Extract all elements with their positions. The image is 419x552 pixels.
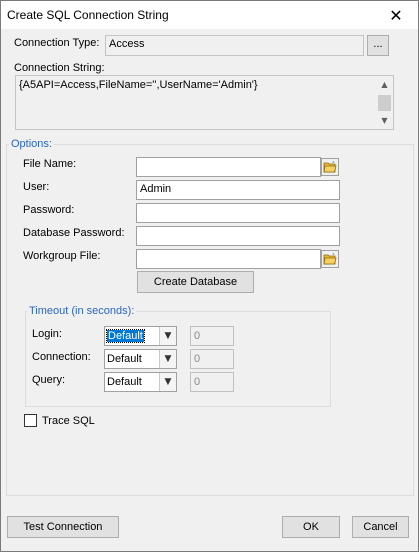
scroll-up-icon[interactable]: ▲ <box>377 77 392 92</box>
login-timeout-label: Login: <box>32 328 62 340</box>
create-database-button[interactable]: Create Database <box>137 271 254 293</box>
browse-button-label: ... <box>373 37 383 50</box>
scroll-down-icon[interactable]: ▼ <box>377 113 392 128</box>
connection-string-label: Connection String: <box>14 62 105 74</box>
file-name-browse-button[interactable] <box>321 158 339 176</box>
password-label: Password: <box>23 204 75 216</box>
login-timeout-select[interactable]: Default ▼ <box>104 326 177 346</box>
create-database-label: Create Database <box>153 276 238 288</box>
title-bar[interactable]: Create SQL Connection String ✕ <box>1 1 418 29</box>
login-timeout-value[interactable]: 0 <box>190 326 234 346</box>
connection-string-scrollbar[interactable]: ▲ ▼ <box>377 77 392 128</box>
user-input[interactable]: Admin <box>136 180 340 200</box>
dialog-window: Create SQL Connection String ✕ Connectio… <box>0 0 419 552</box>
open-folder-icon <box>323 253 337 265</box>
file-name-label: File Name: <box>23 158 77 170</box>
query-timeout-mode: Default <box>107 376 142 388</box>
chevron-down-icon[interactable]: ▼ <box>159 373 176 391</box>
query-timeout-label: Query: <box>32 374 66 386</box>
connection-timeout-select[interactable]: Default ▼ <box>104 349 177 369</box>
test-connection-label: Test Connection <box>23 521 103 533</box>
cancel-label: Cancel <box>363 521 398 533</box>
connection-type-value: Access <box>109 38 145 50</box>
connection-type-field: Access <box>105 35 364 56</box>
timeout-legend: Timeout (in seconds): <box>27 305 137 317</box>
password-input[interactable] <box>136 203 340 223</box>
database-password-label: Database Password: <box>23 227 125 239</box>
connection-type-browse-button[interactable]: ... <box>367 35 389 56</box>
chevron-down-icon[interactable]: ▼ <box>159 350 176 368</box>
query-timeout-value[interactable]: 0 <box>190 372 234 392</box>
connection-type-label: Connection Type: <box>14 37 100 49</box>
open-folder-icon <box>323 161 337 173</box>
connection-timeout-mode: Default <box>107 353 142 365</box>
connection-string-textarea[interactable]: {A5API=Access,FileName='',UserName='Admi… <box>15 75 394 130</box>
trace-sql-checkbox[interactable] <box>24 414 37 427</box>
cancel-button[interactable]: Cancel <box>352 516 409 538</box>
connection-timeout-label: Connection: <box>32 351 91 363</box>
login-timeout-number: 0 <box>194 330 201 342</box>
ok-label: OK <box>303 521 319 533</box>
scroll-thumb[interactable] <box>378 95 391 111</box>
user-value: Admin <box>140 183 172 195</box>
workgroup-file-input[interactable] <box>136 249 321 269</box>
connection-string-value: {A5API=Access,FileName='',UserName='Admi… <box>19 79 258 91</box>
ok-button[interactable]: OK <box>282 516 340 538</box>
window-title: Create SQL Connection String <box>7 8 169 22</box>
connection-timeout-number: 0 <box>194 353 201 365</box>
query-timeout-select[interactable]: Default ▼ <box>104 372 177 392</box>
query-timeout-number: 0 <box>194 376 201 388</box>
database-password-input[interactable] <box>136 226 340 246</box>
file-name-input[interactable] <box>136 157 321 177</box>
trace-sql-label[interactable]: Trace SQL <box>42 415 95 427</box>
workgroup-file-label: Workgroup File: <box>23 250 101 262</box>
login-timeout-mode: Default <box>106 329 145 343</box>
user-label: User: <box>23 181 50 193</box>
connection-timeout-value[interactable]: 0 <box>190 349 234 369</box>
workgroup-file-browse-button[interactable] <box>321 250 339 268</box>
close-button[interactable]: ✕ <box>374 1 418 29</box>
chevron-down-icon[interactable]: ▼ <box>159 327 176 345</box>
options-legend: Options: <box>9 138 54 150</box>
test-connection-button[interactable]: Test Connection <box>7 516 119 538</box>
close-icon: ✕ <box>389 5 403 25</box>
